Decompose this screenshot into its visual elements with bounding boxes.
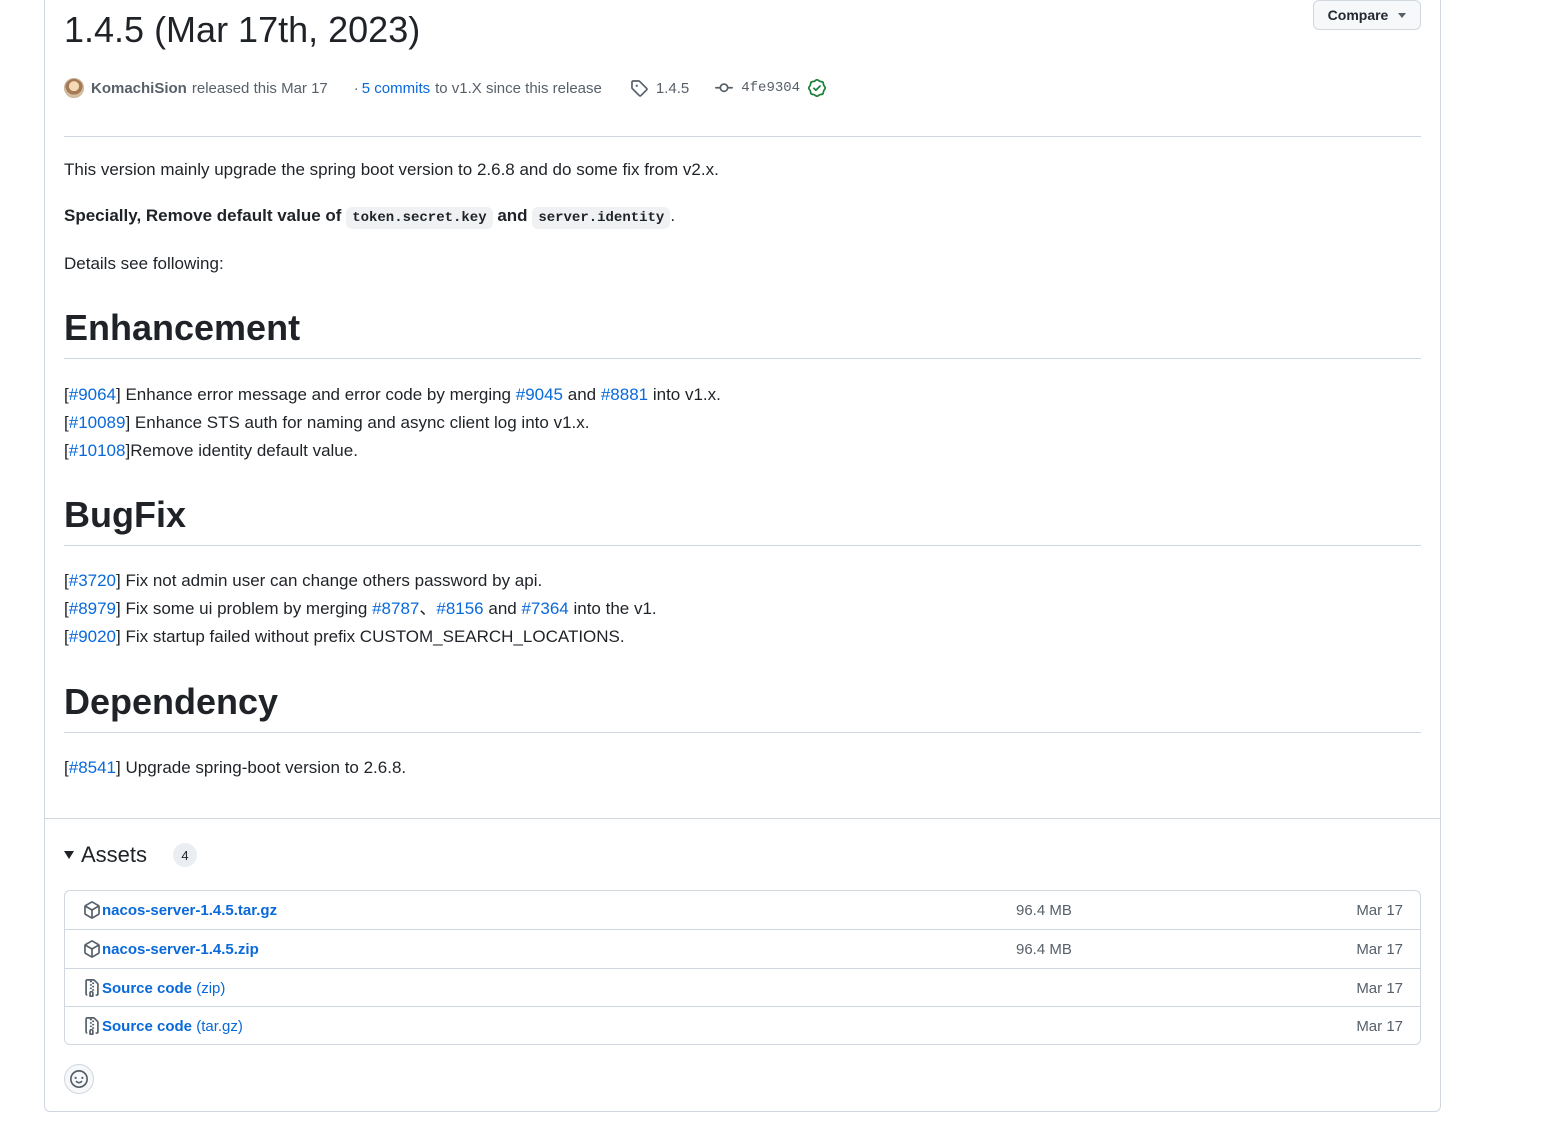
released-text: released this Mar 17 — [191, 79, 328, 97]
list-item: [#3720] Fix not admin user can change ot… — [64, 571, 543, 590]
file-zip-icon — [83, 1017, 101, 1035]
list-item: [#9020] Fix startup failed without prefi… — [64, 627, 625, 646]
asset-link[interactable]: Source code (tar.gz) — [102, 1018, 243, 1035]
asset-date: Mar 17 — [1356, 901, 1403, 919]
specially-paragraph: Specially, Remove default value of token… — [64, 202, 1421, 232]
issue-link[interactable]: #10089 — [69, 413, 126, 432]
asset-date: Mar 17 — [1356, 979, 1403, 997]
commits-suffix: to v1.X since this release — [435, 79, 602, 97]
and-word: and — [497, 206, 528, 225]
smiley-icon — [70, 1070, 88, 1088]
assets-count-badge: 4 — [173, 843, 198, 867]
code-token-secret-key: token.secret.key — [346, 207, 493, 229]
tag-label: 1.4.5 — [655, 79, 690, 97]
asset-link[interactable]: Source code (zip) — [102, 980, 225, 997]
asset-size: 96.4 MB — [1016, 901, 1072, 919]
specially-prefix: Specially, Remove default value of — [64, 206, 342, 225]
asset-link[interactable]: nacos-server-1.4.5.tar.gz — [102, 902, 277, 919]
asset-row: nacos-server-1.4.5.zip 96.4 MB Mar 17 — [65, 929, 1420, 968]
issue-link[interactable]: #9064 — [69, 385, 116, 404]
asset-size: 96.4 MB — [1016, 940, 1072, 958]
list-item: [#8541] Upgrade spring-boot version to 2… — [64, 758, 407, 777]
issue-link[interactable]: #8979 — [69, 599, 116, 618]
triangle-down-icon — [64, 851, 74, 859]
period: . — [670, 206, 676, 225]
compare-button[interactable]: Compare — [1313, 0, 1421, 30]
commit-sha: 4fe9304 — [741, 80, 801, 96]
git-commit-icon — [715, 79, 734, 97]
tag-link[interactable]: 1.4.5 — [630, 79, 689, 97]
issue-link[interactable]: #9045 — [516, 385, 563, 404]
file-zip-icon — [83, 979, 101, 997]
asset-link[interactable]: nacos-server-1.4.5.zip — [102, 941, 259, 958]
list-item: [#9064] Enhance error message and error … — [64, 385, 721, 404]
verified-check-icon[interactable] — [808, 79, 827, 97]
author-link[interactable]: KomachiSion — [91, 80, 187, 97]
header-divider — [64, 136, 1421, 137]
chevron-down-icon — [1398, 12, 1407, 18]
meta-separator: · — [353, 79, 359, 97]
avatar[interactable] — [64, 78, 84, 98]
asset-row: Source code (zip) Mar 17 — [65, 968, 1420, 1007]
heading-dependency: Dependency — [64, 680, 1421, 733]
issue-link[interactable]: #9020 — [69, 627, 116, 646]
commit-link[interactable]: 4fe9304 — [715, 79, 827, 97]
heading-bugfix: BugFix — [64, 493, 1421, 546]
intro-text: This version mainly upgrade the spring b… — [64, 160, 719, 179]
issue-link[interactable]: #8541 — [69, 758, 116, 777]
issue-link[interactable]: #8881 — [601, 385, 648, 404]
issue-link[interactable]: #7364 — [521, 599, 568, 618]
asset-row: Source code (tar.gz) Mar 17 — [65, 1006, 1420, 1045]
add-reaction-button[interactable] — [64, 1064, 94, 1094]
assets-toggle[interactable]: Assets 4 — [64, 842, 198, 868]
issue-link[interactable]: #3720 — [69, 571, 116, 590]
list-item: [#10089] Enhance STS auth for naming and… — [64, 413, 590, 432]
issue-link[interactable]: #8156 — [436, 599, 483, 618]
code-server-identity: server.identity — [532, 207, 671, 229]
issue-link[interactable]: #10108 — [69, 441, 126, 460]
assets-divider — [45, 818, 1440, 819]
release-card: 1.4.5 (Mar 17th, 2023) Compare KomachiSi… — [44, 0, 1441, 1112]
commits-link[interactable]: 5 commits — [362, 80, 430, 97]
assets-heading: Assets — [81, 842, 148, 867]
asset-row: nacos-server-1.4.5.tar.gz 96.4 MB Mar 17 — [65, 891, 1420, 929]
package-icon — [83, 901, 101, 919]
asset-date: Mar 17 — [1356, 1017, 1403, 1035]
asset-date: Mar 17 — [1356, 940, 1403, 958]
dependency-list: [#8541] Upgrade spring-boot version to 2… — [64, 754, 1421, 782]
list-item: [#8979] Fix some ui problem by merging #… — [64, 599, 657, 618]
release-notes-intro: This version mainly upgrade the spring b… — [64, 156, 1421, 278]
list-item: [#10108]Remove identity default value. — [64, 441, 358, 460]
enhancement-list: [#9064] Enhance error message and error … — [64, 381, 1421, 465]
release-title: 1.4.5 (Mar 17th, 2023) — [64, 9, 421, 50]
heading-enhancement: Enhancement — [64, 306, 1421, 359]
compare-label: Compare — [1327, 7, 1389, 23]
details-text: Details see following: — [64, 254, 224, 273]
release-meta: KomachiSion released this Mar 17 · 5 com… — [64, 76, 827, 100]
issue-link[interactable]: #8787 — [372, 599, 419, 618]
bugfix-list: [#3720] Fix not admin user can change ot… — [64, 567, 1421, 651]
assets-list: nacos-server-1.4.5.tar.gz 96.4 MB Mar 17… — [64, 890, 1421, 1045]
tag-icon — [630, 79, 648, 97]
package-icon — [83, 940, 101, 958]
